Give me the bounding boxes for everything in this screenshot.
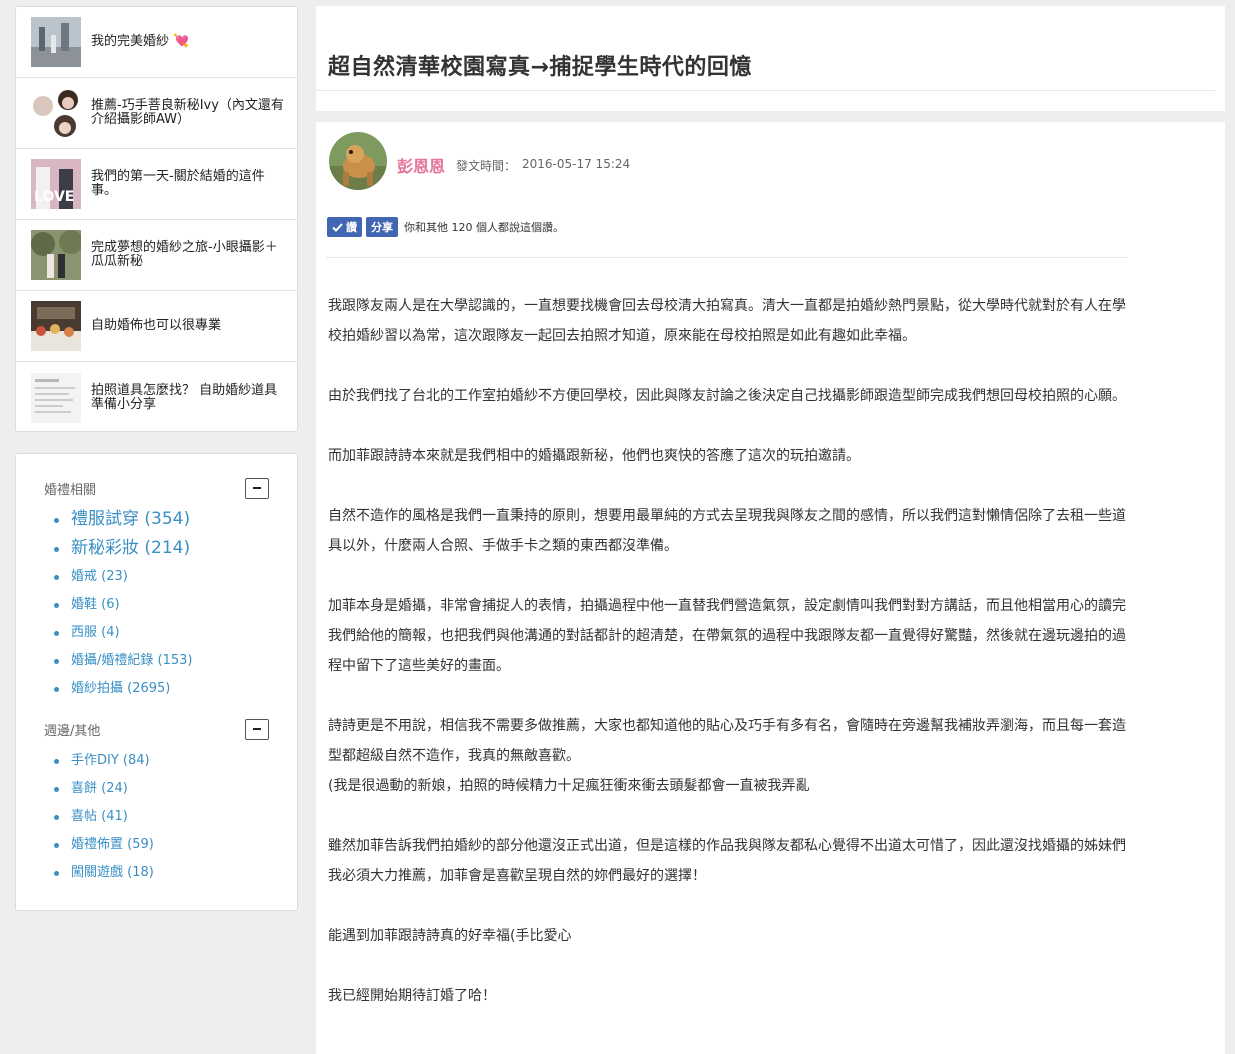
post-card: 彭恩恩 發文時間： 2016-05-17 15:24 讚 分享 你和其他 120…	[316, 122, 1225, 1054]
post-title-card: 超自然清華校園寫真→捕捉學生時代的回憶	[316, 6, 1225, 111]
tag-link[interactable]: 闖關遊戲 (18)	[54, 859, 269, 887]
article-paragraph: 雖然加菲告訴我們拍婚紗的部分他還沒正式出道，但是這樣的作品我與隊友都私心覺得不出…	[328, 838, 1126, 884]
like-label: 讚	[346, 221, 357, 234]
minus-icon	[253, 728, 261, 730]
tag-list: 禮服試穿 (354) 新秘彩妝 (214) 婚戒 (23) 婚鞋 (6) 西服 …	[44, 505, 269, 703]
related-post-thumbnail[interactable]: LOVE	[31, 159, 81, 209]
post-date: 2016-05-17 15:24	[522, 157, 631, 171]
facebook-like-bar: 讚 分享 你和其他 120 個人都說這個讚。	[327, 217, 564, 237]
like-count-text: 你和其他 120 個人都說這個讚。	[404, 221, 564, 234]
article-paragraph: 能遇到加菲跟詩詩真的好幸福(手比愛心	[328, 928, 572, 944]
svg-text:LOVE: LOVE	[34, 189, 74, 205]
related-post-title[interactable]: 自助婚佈也可以很專業	[91, 319, 286, 333]
tag-list: 手作DIY (84) 喜餅 (24) 喜帖 (41) 婚禮佈置 (59) 闖關遊…	[44, 747, 269, 887]
checkmark-icon	[332, 222, 343, 232]
related-post-item[interactable]: 拍照道具怎麼找？ 自助婚紗道具準備小分享	[16, 362, 297, 433]
article-paragraph: 而加菲跟詩詩本來就是我們相中的婚攝跟新秘，他們也爽快的答應了這次的玩拍邀請。	[328, 448, 860, 464]
minus-icon	[253, 487, 261, 489]
related-post-item[interactable]: 完成夢想的婚紗之旅-小眼攝影＋瓜瓜新秘	[16, 220, 297, 291]
related-posts-panel: 我的完美婚紗 💘 推薦-巧手菩良新秘Ivy（內文還有介紹攝影師AW） LOVE …	[15, 6, 298, 432]
author-avatar[interactable]	[329, 132, 387, 190]
tag-link[interactable]: 新秘彩妝 (214)	[54, 534, 269, 563]
tag-link[interactable]: 喜餅 (24)	[54, 775, 269, 803]
facebook-share-button[interactable]: 分享	[366, 217, 398, 237]
tag-link[interactable]: 婚紗拍攝 (2695)	[54, 675, 269, 703]
related-post-title[interactable]: 我們的第一天-關於結婚的這件事。	[91, 170, 286, 198]
share-label: 分享	[371, 221, 393, 234]
related-post-item[interactable]: LOVE 我們的第一天-關於結婚的這件事。	[16, 149, 297, 220]
related-post-item[interactable]: 推薦-巧手菩良新秘Ivy（內文還有介紹攝影師AW）	[16, 78, 297, 149]
related-post-title[interactable]: 我的完美婚紗 💘	[91, 35, 286, 49]
tag-group-header: 婚禮相關	[44, 476, 269, 500]
related-post-thumbnail[interactable]	[31, 88, 81, 138]
collapse-toggle-button[interactable]	[245, 477, 269, 499]
related-post-item[interactable]: 自助婚佈也可以很專業	[16, 291, 297, 362]
related-post-title[interactable]: 推薦-巧手菩良新秘Ivy（內文還有介紹攝影師AW）	[91, 99, 286, 127]
post-date-label: 發文時間：	[456, 159, 517, 173]
tag-link[interactable]: 喜帖 (41)	[54, 803, 269, 831]
tag-link[interactable]: 婚禮佈置 (59)	[54, 831, 269, 859]
tag-link[interactable]: 手作DIY (84)	[54, 747, 269, 775]
tag-group-header: 週邊/其他	[44, 717, 269, 741]
article-paragraph: 由於我們找了台北的工作室拍婚紗不方便回學校，因此與隊友討論之後決定自己找攝影師跟…	[328, 388, 1126, 404]
tag-group-title: 週邊/其他	[44, 723, 101, 739]
article-paragraph: 加菲本身是婚攝，非常會捕捉人的表情，拍攝過程中他一直替我們營造氣氛，設定劇情叫我…	[328, 598, 1126, 674]
article-paragraph: 自然不造作的風格是我們一直秉持的原則，想要用最單純的方式去呈現我與隊友之間的感情…	[328, 508, 1126, 554]
related-post-thumbnail[interactable]	[31, 301, 81, 351]
post-title: 超自然清華校園寫真→捕捉學生時代的回憶	[328, 55, 752, 80]
related-post-thumbnail[interactable]	[31, 230, 81, 280]
related-post-item[interactable]: 我的完美婚紗 💘	[16, 7, 297, 78]
facebook-like-button[interactable]: 讚	[327, 217, 362, 237]
tag-link[interactable]: 婚攝/婚禮紀錄 (153)	[54, 647, 269, 675]
related-post-title[interactable]: 拍照道具怎麼找？ 自助婚紗道具準備小分享	[91, 383, 286, 412]
related-post-thumbnail[interactable]	[31, 372, 81, 423]
collapse-toggle-button[interactable]	[245, 718, 269, 740]
related-post-title[interactable]: 完成夢想的婚紗之旅-小眼攝影＋瓜瓜新秘	[91, 241, 286, 269]
tag-link[interactable]: 婚戒 (23)	[54, 563, 269, 591]
article-paragraph: 詩詩更是不用說，相信我不需要多做推薦，大家也都知道他的貼心及巧手有多有名，會隨時…	[328, 718, 1126, 794]
tag-link[interactable]: 婚鞋 (6)	[54, 591, 269, 619]
tag-link[interactable]: 禮服試穿 (354)	[54, 505, 269, 534]
article-body: 我跟隊友兩人是在大學認識的，一直想要找機會回去母校清大拍寫真。清大一直都是拍婚紗…	[328, 291, 1138, 1041]
tag-group-title: 婚禮相關	[44, 482, 97, 498]
related-post-thumbnail[interactable]	[31, 17, 81, 67]
content-divider	[327, 257, 1127, 258]
tag-categories-panel: 婚禮相關 禮服試穿 (354) 新秘彩妝 (214) 婚戒 (23) 婚鞋 (6…	[15, 453, 298, 911]
article-paragraph: 我已經開始期待訂婚了哈！	[328, 988, 496, 1004]
author-name[interactable]: 彭恩恩	[397, 153, 445, 177]
article-paragraph: 我跟隊友兩人是在大學認識的，一直想要找機會回去母校清大拍寫真。清大一直都是拍婚紗…	[328, 298, 1126, 344]
title-divider	[316, 90, 1215, 91]
tag-link[interactable]: 西服 (4)	[54, 619, 269, 647]
